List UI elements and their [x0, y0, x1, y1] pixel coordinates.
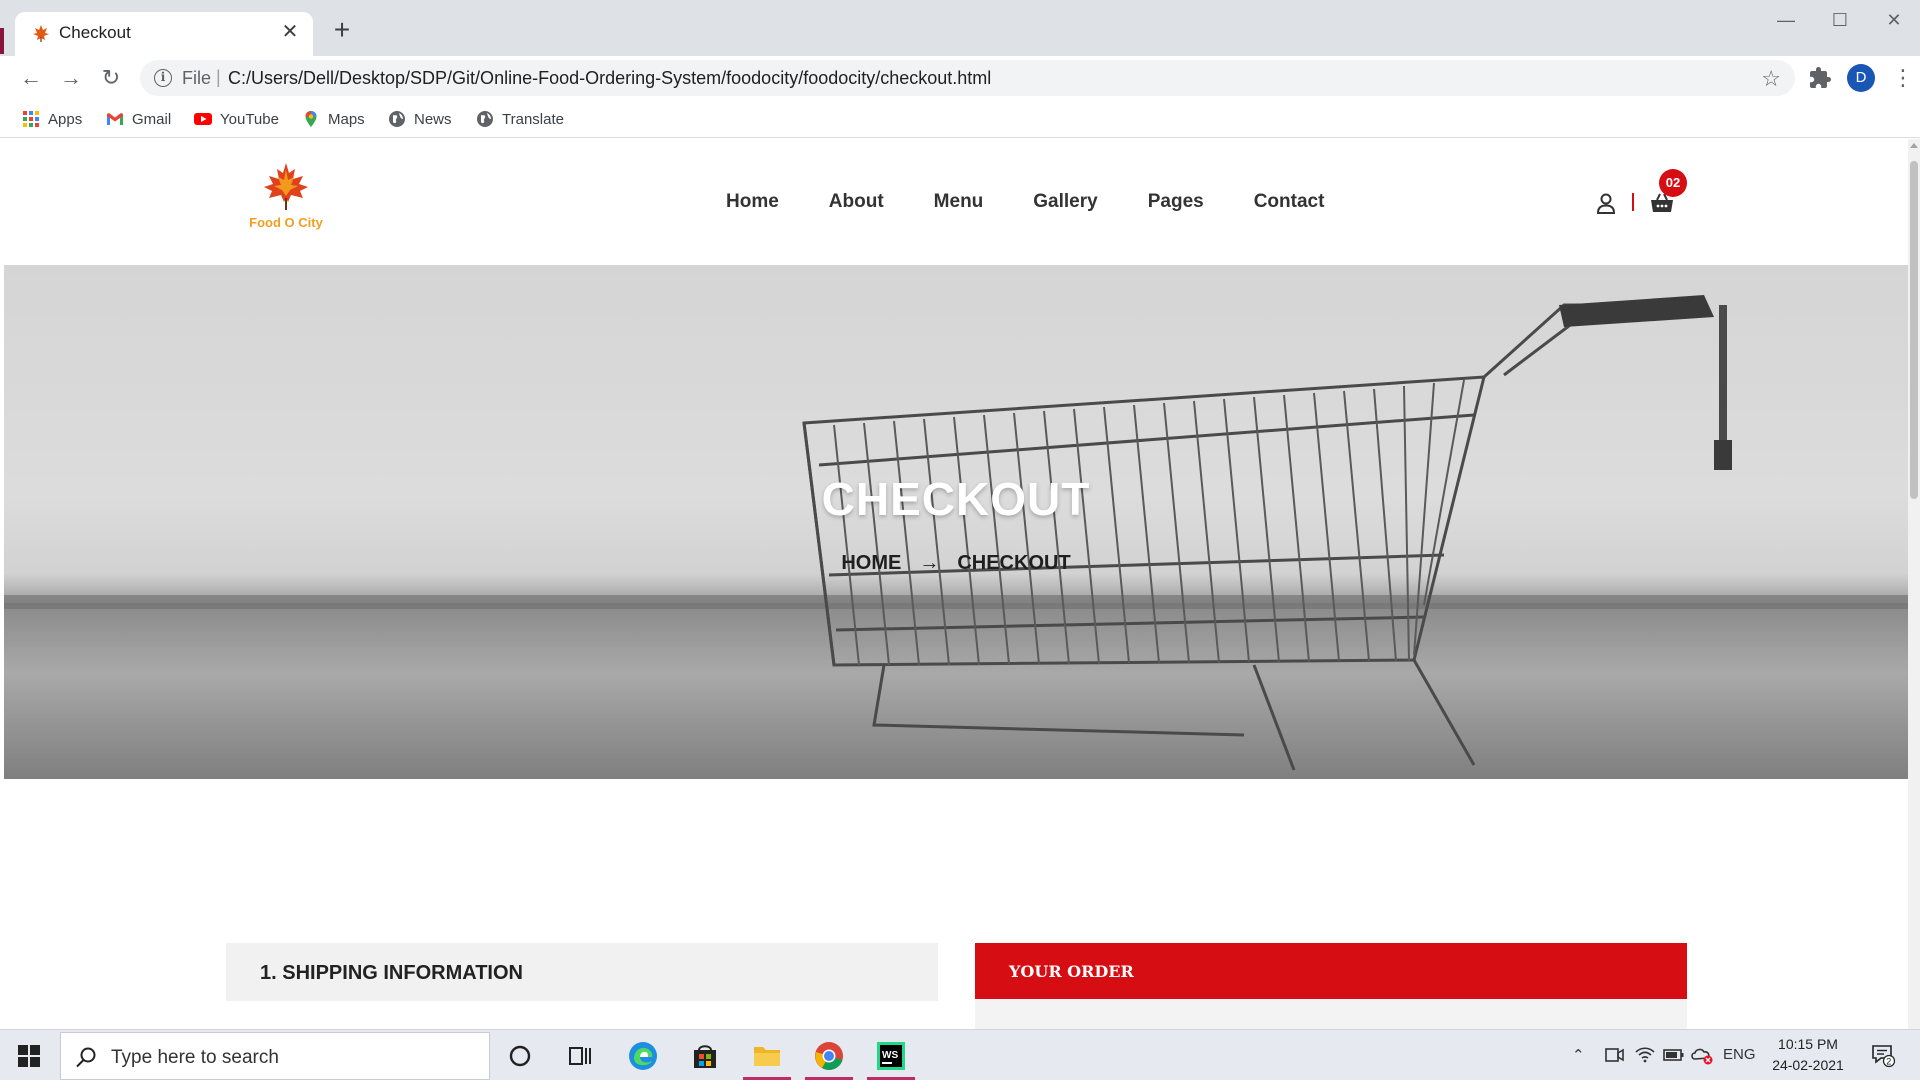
cortana-icon[interactable]	[503, 1039, 537, 1073]
nav-about[interactable]: About	[829, 191, 884, 213]
shipping-info-header[interactable]: 1. SHIPPING INFORMATION	[226, 943, 938, 1001]
url-scheme: File	[182, 68, 212, 88]
nav-gallery[interactable]: Gallery	[1033, 191, 1097, 213]
header-divider	[1632, 193, 1634, 211]
chrome-browser-icon[interactable]	[812, 1039, 846, 1073]
microsoft-store-icon[interactable]	[688, 1039, 722, 1073]
battery-icon[interactable]	[1662, 1045, 1686, 1065]
taskbar-search-box[interactable]: Type here to search	[60, 1032, 490, 1080]
page-viewport: Food O City Home About Menu Gallery Page…	[4, 139, 1908, 1029]
clock-time: 10:15 PM	[1778, 1036, 1838, 1052]
bookmark-youtube[interactable]: YouTube	[194, 108, 279, 130]
bookmark-star-icon[interactable]: ☆	[1761, 66, 1781, 92]
tab-title: Checkout	[59, 23, 131, 42]
nav-home[interactable]: Home	[726, 191, 779, 213]
webstorm-icon[interactable]: WS	[874, 1039, 908, 1073]
breadcrumb-home[interactable]: HOME	[841, 552, 901, 575]
globe-icon	[477, 111, 493, 127]
meet-now-icon[interactable]	[1603, 1044, 1625, 1066]
logo-text: Food O City	[249, 215, 323, 230]
bookmark-maps[interactable]: Maps	[302, 108, 365, 130]
browser-tab-strip: Checkout ✕ + — ☐ ✕	[0, 0, 1920, 56]
wifi-icon[interactable]	[1634, 1044, 1656, 1066]
your-order-title: YOUR ORDER	[1009, 962, 1134, 981]
bookmark-apps[interactable]: Apps	[22, 108, 82, 130]
nav-menu[interactable]: Menu	[934, 191, 984, 213]
back-button[interactable]: ←	[17, 64, 45, 92]
bookmark-gmail[interactable]: Gmail	[106, 108, 171, 130]
close-tab-icon[interactable]: ✕	[279, 21, 301, 43]
url-text[interactable]: C:/Users/Dell/Desktop/SDP/Git/Online-Foo…	[228, 68, 991, 89]
hero-banner: CHECKOUT HOME → CHECKOUT	[4, 265, 1908, 779]
browser-menu-icon[interactable]: ⋮	[1892, 65, 1914, 91]
shipping-info-title: 1. SHIPPING INFORMATION	[260, 962, 523, 984]
apps-grid-icon	[23, 111, 39, 127]
reload-button[interactable]: ↻	[97, 64, 125, 92]
bookmark-label: Maps	[328, 110, 365, 128]
bookmark-news[interactable]: News	[388, 108, 452, 130]
file-explorer-icon[interactable]	[750, 1039, 784, 1073]
action-center-icon[interactable]: 2	[1870, 1042, 1896, 1068]
nav-contact[interactable]: Contact	[1254, 191, 1325, 213]
search-icon	[76, 1047, 96, 1068]
search-placeholder: Type here to search	[111, 1047, 279, 1068]
site-logo[interactable]: Food O City	[226, 160, 346, 240]
info-icon[interactable]: i	[154, 69, 172, 87]
site-favicon-icon	[33, 25, 49, 42]
your-order-panel	[975, 999, 1687, 1029]
maximize-button[interactable]: ☐	[1820, 8, 1860, 32]
extensions-puzzle-icon[interactable]	[1808, 66, 1832, 90]
maple-leaf-logo-icon	[264, 163, 308, 210]
site-header: Food O City Home About Menu Gallery Page…	[4, 139, 1908, 265]
maps-icon	[305, 111, 317, 127]
close-window-button[interactable]: ✕	[1874, 8, 1914, 32]
bookmark-label: Translate	[502, 110, 564, 128]
page-scrollbar[interactable]	[1908, 139, 1920, 1029]
bookmark-label: Gmail	[132, 110, 172, 128]
breadcrumb-current: CHECKOUT	[957, 552, 1071, 574]
url-separator: |	[216, 67, 221, 87]
window-edge-accent	[0, 28, 4, 54]
minimize-button[interactable]: —	[1766, 8, 1806, 32]
bookmark-translate[interactable]: Translate	[476, 108, 564, 130]
arrow-right-icon: →	[919, 552, 940, 574]
notification-count: 2	[1886, 1056, 1891, 1066]
main-nav: Home About Menu Gallery Pages Contact	[726, 191, 1374, 213]
nav-pages[interactable]: Pages	[1148, 191, 1204, 213]
breadcrumb: HOME → CHECKOUT	[4, 552, 1908, 575]
task-view-icon[interactable]	[563, 1039, 597, 1073]
cart-count-badge: 02	[1659, 169, 1687, 197]
page-title: CHECKOUT	[821, 473, 1091, 525]
browser-toolbar: ← → ↻ i File | C:/Users/Dell/Desktop/SDP…	[0, 56, 1920, 100]
windows-start-icon[interactable]	[18, 1045, 40, 1067]
bookmark-label: Apps	[48, 110, 83, 128]
youtube-icon	[194, 113, 212, 125]
input-language-indicator[interactable]: ENG	[1723, 1046, 1756, 1063]
onedrive-error-icon[interactable]	[1690, 1044, 1714, 1066]
address-bar[interactable]: i File | C:/Users/Dell/Desktop/SDP/Git/O…	[140, 60, 1795, 96]
profile-avatar[interactable]: D	[1847, 64, 1875, 92]
scroll-up-arrow-icon[interactable]	[1910, 143, 1918, 148]
globe-icon	[389, 111, 405, 127]
windows-taskbar: Type here to search WS ⌃ ENG 10:15 PM 24…	[0, 1029, 1920, 1080]
forward-button[interactable]: →	[57, 64, 85, 92]
show-hidden-icons-chevron-icon[interactable]: ⌃	[1572, 1046, 1585, 1064]
clock-date: 24-02-2021	[1772, 1057, 1844, 1073]
system-clock[interactable]: 10:15 PM 24-02-2021	[1762, 1034, 1854, 1076]
edge-browser-icon[interactable]	[626, 1039, 660, 1073]
scrollbar-thumb[interactable]	[1910, 161, 1918, 499]
bookmark-label: YouTube	[220, 110, 279, 128]
new-tab-button[interactable]: +	[328, 16, 356, 45]
gmail-icon	[107, 113, 123, 125]
bookmarks-bar: Apps Gmail YouTube Maps News Translate	[0, 100, 1920, 138]
svg-text:WS: WS	[882, 1050, 898, 1061]
bookmark-label: News	[414, 110, 452, 128]
browser-tab-checkout[interactable]: Checkout ✕	[15, 12, 313, 56]
user-account-icon[interactable]	[1596, 192, 1616, 214]
your-order-header: YOUR ORDER	[975, 943, 1687, 999]
